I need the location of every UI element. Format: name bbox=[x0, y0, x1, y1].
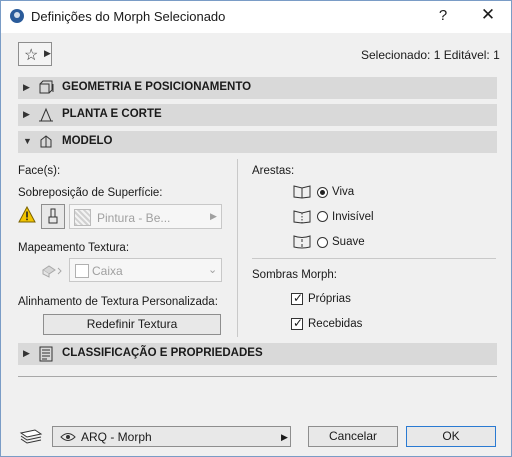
cast-shadows-label[interactable]: Próprias bbox=[308, 293, 351, 305]
selected-info: Selecionado: 1 Editável: 1 bbox=[361, 48, 500, 62]
classification-icon bbox=[39, 346, 53, 362]
section-title: CLASSIFICAÇÃO E PROPRIEDADES bbox=[62, 347, 263, 359]
box-mapping-icon bbox=[75, 264, 89, 278]
edges-label: Arestas: bbox=[252, 165, 295, 177]
section-classification[interactable]: ▶ CLASSIFICAÇÃO E PROPRIEDADES bbox=[18, 343, 497, 365]
edges-hidden-label[interactable]: Invisível bbox=[332, 211, 374, 223]
warning-icon bbox=[18, 206, 36, 223]
receive-shadows-checkbox[interactable]: ✓ bbox=[291, 316, 303, 330]
texture-mapping-value: Caixa bbox=[92, 264, 123, 278]
surface-swatch bbox=[74, 209, 91, 226]
expand-arrow-icon: ▶ bbox=[23, 348, 30, 358]
edges-hidden-radio[interactable] bbox=[317, 211, 328, 222]
sharp-edge-icon bbox=[293, 185, 311, 199]
expand-arrow-icon: ▶ bbox=[23, 109, 30, 119]
footer-divider bbox=[18, 376, 497, 377]
model-icon bbox=[40, 135, 52, 148]
section-geometry[interactable]: ▶ GEOMETRIA E POSICIONAMENTO bbox=[18, 77, 497, 99]
edges-smooth-label[interactable]: Suave bbox=[332, 236, 365, 248]
geometry-icon bbox=[39, 80, 54, 94]
chevron-right-icon: ▶ bbox=[210, 211, 217, 221]
faces-label: Face(s): bbox=[18, 165, 61, 177]
chevron-right-icon: ▶ bbox=[44, 48, 51, 58]
right-column-divider bbox=[252, 258, 496, 259]
section-model[interactable]: ▼ MODELO bbox=[18, 131, 497, 153]
shadows-label: Sombras Morph: bbox=[252, 269, 338, 281]
expand-arrow-icon: ▶ bbox=[23, 82, 30, 92]
surface-override-toggle[interactable] bbox=[41, 204, 65, 229]
star-icon: ☆ bbox=[24, 47, 39, 64]
section-title: GEOMETRIA E POSICIONAMENTO bbox=[62, 81, 252, 93]
surface-value: Pintura - Be... bbox=[97, 211, 171, 225]
eye-icon bbox=[60, 433, 76, 441]
hidden-edge-icon bbox=[293, 210, 311, 224]
favorites-button[interactable]: ☆ ▶ bbox=[18, 42, 52, 66]
texture-mapping-label: Mapeamento Textura: bbox=[18, 242, 130, 254]
cancel-button[interactable]: Cancelar bbox=[308, 426, 398, 447]
cast-shadows-checkbox[interactable]: ✓ bbox=[291, 291, 303, 305]
edges-smooth-radio[interactable] bbox=[317, 237, 328, 248]
section-plan[interactable]: ▶ PLANTA E CORTE bbox=[18, 104, 497, 126]
paint-brush-icon bbox=[48, 208, 58, 224]
custom-alignment-label: Alinhamento de Textura Personalizada: bbox=[18, 296, 218, 308]
collapse-arrow-icon: ▼ bbox=[23, 136, 32, 146]
section-title: MODELO bbox=[62, 135, 113, 147]
edges-sharp-label[interactable]: Viva bbox=[332, 186, 354, 198]
texture-mapping-icon bbox=[42, 265, 62, 278]
ok-button[interactable]: OK bbox=[406, 426, 496, 447]
dialog-window: Definições do Morph Selecionado ? ✕ ☆ ▶ … bbox=[0, 0, 512, 457]
surface-override-label: Sobreposição de Superfície: bbox=[18, 187, 163, 199]
chevron-down-icon: ⌄ bbox=[208, 264, 218, 276]
edges-sharp-radio[interactable] bbox=[317, 187, 328, 198]
layer-dropdown[interactable]: ARQ - Morph ▶ bbox=[52, 426, 291, 447]
column-divider bbox=[237, 159, 238, 337]
window-title: Definições do Morph Selecionado bbox=[31, 9, 226, 24]
chevron-right-icon: ▶ bbox=[281, 432, 288, 442]
layers-icon bbox=[19, 429, 43, 444]
app-icon bbox=[10, 9, 24, 23]
texture-mapping-dropdown[interactable]: Caixa ⌄ bbox=[69, 258, 222, 282]
section-title: PLANTA E CORTE bbox=[62, 108, 162, 120]
reset-texture-button[interactable]: Redefinir Textura bbox=[43, 314, 221, 335]
title-bar: Definições do Morph Selecionado ? ✕ bbox=[1, 1, 511, 33]
help-button[interactable]: ? bbox=[433, 7, 453, 24]
smooth-edge-icon bbox=[293, 235, 311, 249]
plan-section-icon bbox=[39, 107, 53, 122]
layer-value: ARQ - Morph bbox=[81, 430, 152, 444]
receive-shadows-label[interactable]: Recebidas bbox=[308, 318, 362, 330]
close-button[interactable]: ✕ bbox=[477, 5, 499, 25]
surface-dropdown[interactable]: Pintura - Be... ▶ bbox=[69, 204, 222, 229]
